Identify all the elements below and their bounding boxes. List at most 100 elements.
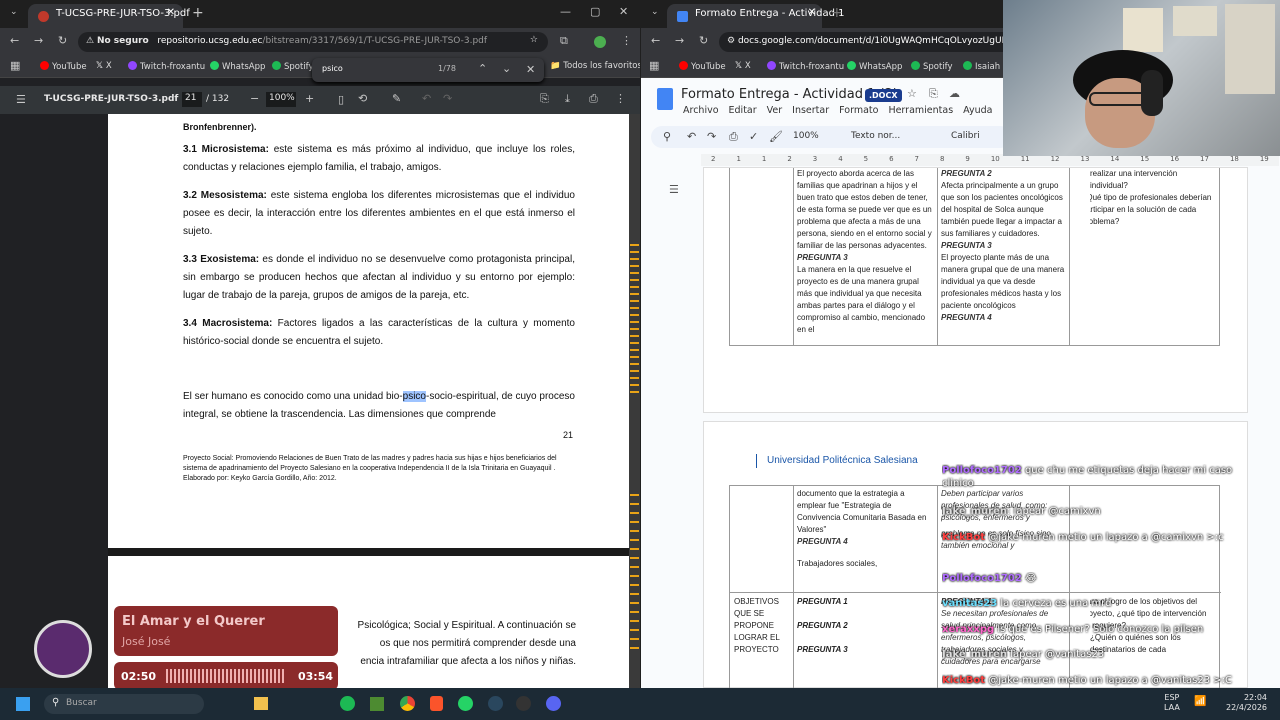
discord-icon[interactable] (546, 696, 561, 711)
right-address-bar[interactable]: ⚙ docs.google.com/document/d/1i0UgWAQmHC… (719, 32, 1019, 52)
rotate-icon[interactable]: ⟲ (358, 92, 367, 105)
obs-icon[interactable] (516, 696, 531, 711)
menu-editar[interactable]: Editar (729, 105, 757, 116)
redo-icon[interactable]: ↷ (443, 92, 452, 105)
find-prev-icon[interactable]: ⌃ (478, 62, 487, 75)
right-apps-icon[interactable]: ▦ (649, 59, 659, 72)
download-icon[interactable]: ⤓ (565, 92, 570, 106)
undo-icon[interactable]: ↶ (422, 92, 431, 105)
print-icon[interactable]: ⎙ (589, 92, 598, 106)
back-icon[interactable]: ← (10, 34, 19, 47)
r-bookmark-spotify[interactable]: Spotify (911, 61, 953, 72)
paint-format-icon[interactable]: 🖌 (769, 130, 783, 143)
outline-icon[interactable]: ☰ (669, 183, 679, 196)
spellcheck-icon[interactable]: ✓ (749, 130, 758, 143)
zoom-out-icon[interactable]: − (250, 92, 259, 105)
extensions-icon[interactable]: ⧉ (560, 34, 568, 48)
r-bookmark-twitch[interactable]: Twitch-froxantu (767, 61, 844, 72)
style-select[interactable]: Texto nor... (851, 131, 900, 141)
page-input[interactable]: 21 (182, 92, 202, 107)
next-line-1: Psicológica; Social y Espiritual. A cont… (357, 620, 576, 631)
chat-msg-5: vanitas23 la cerveza es una mrd (942, 598, 1112, 609)
total-time: 03:54 (298, 670, 334, 683)
spotify-icon[interactable] (340, 696, 355, 711)
menu-icon[interactable]: ⋮ (621, 34, 632, 47)
wifi-icon[interactable]: 📶 (1194, 696, 1206, 707)
t2-col1-bottom: PREGUNTA 1 PREGUNTA 2 PREGUNTA 3 (797, 597, 848, 654)
find-close-icon[interactable]: ✕ (526, 63, 535, 76)
right-tab-search-icon[interactable]: ⌄ (651, 7, 659, 17)
docs-redo-icon[interactable]: ↷ (707, 130, 716, 143)
annotate-icon[interactable]: ✎ (392, 92, 401, 105)
find-input[interactable]: psico (322, 64, 343, 73)
whatsapp-icon[interactable] (458, 696, 473, 711)
menu-archivo[interactable]: Archivo (683, 105, 719, 116)
pdf-more-icon[interactable]: ⋮ (615, 92, 626, 105)
clock[interactable]: 22:04 22/4/2026 (1226, 693, 1267, 713)
docs-zoom[interactable]: 100% (793, 131, 819, 141)
right-back-icon[interactable]: ← (651, 34, 660, 47)
bookmark-star-icon[interactable]: ☆ (530, 35, 538, 45)
bookmark-x[interactable]: 𝕏 X (96, 61, 112, 71)
page-total: / 132 (206, 94, 230, 104)
close-tab-icon[interactable]: ✕ (167, 7, 175, 18)
pdf-menu-icon[interactable]: ☰ (16, 93, 26, 106)
move-folder-icon[interactable]: ⎘ (929, 87, 938, 101)
lang-indicator[interactable]: ESP LAA (1164, 693, 1180, 713)
docs-undo-icon[interactable]: ↶ (687, 130, 696, 143)
menu-herramientas[interactable]: Herramientas (888, 105, 953, 116)
docs-print-icon[interactable]: ⎙ (729, 130, 738, 144)
docs-search-icon[interactable]: ⚲ (663, 130, 671, 143)
right-tab-docs[interactable]: Formato Entrega - Actividad 1 ✕ (667, 4, 845, 28)
new-tab-icon[interactable]: + (192, 5, 204, 21)
zoom-level[interactable]: 100% (266, 92, 296, 107)
taskbar: ⚲ Buscar ESP LAA 📶 22:04 22/4/2026 (0, 688, 1280, 720)
menu-ayuda[interactable]: Ayuda (963, 105, 992, 116)
menu-ver[interactable]: Ver (767, 105, 783, 116)
forward-icon[interactable]: → (34, 34, 43, 47)
r-bookmark-x[interactable]: 𝕏 X (735, 61, 751, 71)
zoom-in-icon[interactable]: + (305, 92, 314, 105)
cloud-status-icon: ☁ (949, 87, 960, 100)
pdf-scrollbar[interactable] (629, 114, 640, 688)
chrome-icon[interactable] (400, 696, 415, 711)
all-bookmarks[interactable]: 📁 Todos los favoritos (550, 61, 640, 71)
headphones (1141, 70, 1163, 116)
pdf-tab-favicon-icon (38, 11, 49, 22)
right-new-tab-icon[interactable]: + (831, 5, 843, 21)
reload-icon[interactable]: ↻ (58, 34, 67, 47)
right-close-tab-icon[interactable]: ✕ (808, 7, 816, 18)
minecraft-icon[interactable] (370, 697, 384, 711)
bookmark-youtube[interactable]: YouTube (40, 61, 87, 72)
fit-page-icon[interactable]: ▯ (338, 93, 344, 106)
right-forward-icon[interactable]: → (675, 34, 684, 47)
docs-menu-bar: Archivo Editar Ver Insertar Formato Herramien… (683, 105, 993, 116)
bookmark-spotify[interactable]: Spotify (272, 61, 314, 72)
left-tab-pdf[interactable]: T-UCSG-PRE-JUR-TSO-3.pdf ✕ (28, 4, 190, 28)
bookmark-whatsapp[interactable]: WhatsApp (210, 61, 265, 72)
font-select[interactable]: Calibri (951, 131, 980, 141)
profile-avatar[interactable] (594, 36, 606, 48)
star-icon[interactable]: ☆ (907, 87, 917, 100)
bookmark-twitch[interactable]: Twitch-froxantu (128, 61, 205, 72)
taskbar-search[interactable]: ⚲ Buscar (44, 694, 204, 714)
start-icon[interactable] (16, 697, 30, 711)
apps-icon[interactable]: ▦ (10, 59, 20, 72)
minimize-icon[interactable]: — (560, 5, 571, 18)
explorer-icon[interactable] (254, 697, 268, 710)
menu-formato[interactable]: Formato (839, 105, 878, 116)
left-address-bar[interactable]: ⚠ No seguro repositorio.ucsg.edu.ec/bits… (78, 32, 548, 52)
right-reload-icon[interactable]: ↻ (699, 34, 708, 47)
find-next-icon[interactable]: ⌄ (502, 62, 511, 75)
r-bookmark-youtube[interactable]: YouTube (679, 61, 726, 72)
security-label: No seguro (96, 36, 149, 46)
tab-search-icon[interactable]: ⌄ (10, 7, 18, 17)
menu-insertar[interactable]: Insertar (792, 105, 829, 116)
r-bookmark-whatsapp[interactable]: WhatsApp (847, 61, 902, 72)
brave-icon[interactable] (430, 696, 443, 711)
maximize-icon[interactable]: ▢ (590, 5, 600, 18)
r-bookmark-isaiah[interactable]: Isaiah (963, 61, 1000, 72)
save-icon[interactable]: ⎘ (540, 92, 549, 106)
steam-icon[interactable] (488, 696, 503, 711)
window-close-icon[interactable]: ✕ (619, 5, 628, 18)
